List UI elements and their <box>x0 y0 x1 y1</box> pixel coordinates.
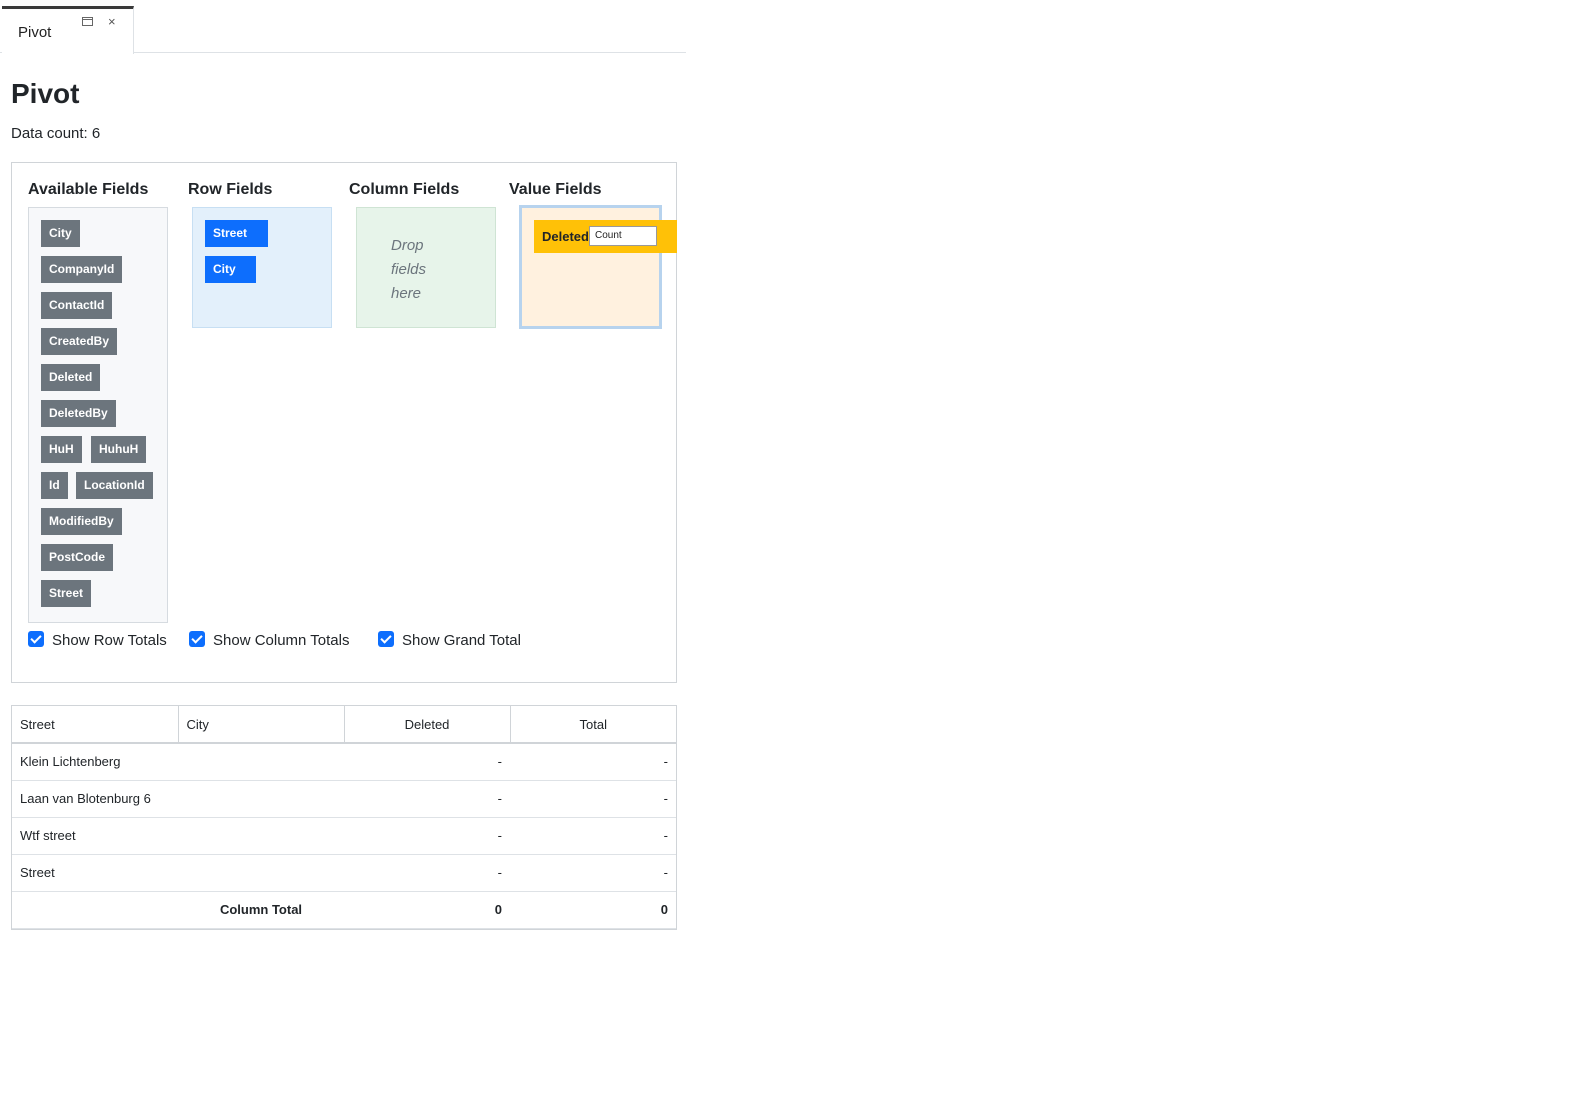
show-column-totals-option[interactable]: Show Column Totals <box>189 631 349 649</box>
close-icon[interactable]: × <box>108 14 116 29</box>
pivot-configurator: Available Fields Row Fields Column Field… <box>11 162 677 683</box>
show-row-totals-option[interactable]: Show Row Totals <box>28 631 167 649</box>
street-cell: Street <box>12 854 178 892</box>
column-header-total[interactable]: Total <box>510 706 676 744</box>
show-row-totals-checkbox[interactable] <box>28 631 44 647</box>
deleted-total-cell: 0 <box>344 891 510 929</box>
deleted-cell: - <box>344 854 510 892</box>
available-field-chip[interactable]: LocationId <box>76 472 153 499</box>
total-cell: - <box>510 854 676 892</box>
available-field-chip[interactable]: HuH <box>41 436 82 463</box>
city-cell <box>178 854 344 892</box>
deleted-cell: - <box>344 817 510 855</box>
row-fields-title: Row Fields <box>188 181 273 198</box>
show-grand-total-option[interactable]: Show Grand Total <box>378 631 521 649</box>
pivot-table: Street City Deleted Total Klein Lichtenb… <box>12 706 676 929</box>
column-header-city[interactable]: City <box>178 706 345 744</box>
total-spacer-cell <box>12 891 178 929</box>
table-header-row: Street City Deleted Total <box>12 706 676 744</box>
deleted-cell: - <box>344 743 510 781</box>
available-fields-zone[interactable]: City CompanyId ContactId CreatedBy Delet… <box>28 207 168 623</box>
show-column-totals-label: Show Column Totals <box>213 632 350 649</box>
available-fields-title: Available Fields <box>28 181 149 198</box>
table-row: Klein Lichtenberg - - <box>12 743 676 781</box>
show-grand-total-label: Show Grand Total <box>402 632 521 649</box>
column-fields-zone[interactable]: Drop fields here <box>356 207 496 328</box>
page-title: Pivot <box>11 78 80 109</box>
row-fields-zone[interactable]: Street City <box>192 207 332 328</box>
deleted-cell: - <box>344 780 510 818</box>
tab-label: Pivot <box>18 24 52 41</box>
row-field-chip[interactable]: Street <box>205 220 268 247</box>
table-row: Street - - <box>12 854 676 892</box>
value-fields-title: Value Fields <box>509 181 602 198</box>
available-field-chip[interactable]: PostCode <box>41 544 114 571</box>
table-row: Wtf street - - <box>12 817 676 855</box>
available-field-chip[interactable]: Id <box>41 472 68 499</box>
available-field-chip[interactable]: DeletedBy <box>41 400 116 427</box>
available-field-chip[interactable]: Deleted <box>41 364 101 391</box>
column-total-row: Column Total 0 0 <box>12 891 676 929</box>
show-grand-total-checkbox[interactable] <box>378 631 394 647</box>
city-cell <box>178 780 344 818</box>
available-field-chip[interactable]: CreatedBy <box>41 328 118 355</box>
available-field-chip[interactable]: Street <box>41 580 92 607</box>
available-field-chip[interactable]: ModifiedBy <box>41 508 122 535</box>
drop-hint: Drop fields here <box>391 237 427 302</box>
tab-pivot[interactable]: Pivot × <box>2 6 134 54</box>
row-field-chip[interactable]: City <box>205 256 256 283</box>
total-cell: - <box>510 743 676 781</box>
value-field-chip[interactable]: Deleted Count <box>534 220 677 253</box>
street-cell: Klein Lichtenberg <box>12 743 178 781</box>
column-header-street[interactable]: Street <box>12 706 179 744</box>
value-field-label: Deleted <box>542 229 589 244</box>
show-row-totals-label: Show Row Totals <box>52 632 167 649</box>
tab-strip: Pivot × <box>0 0 686 54</box>
total-cell: - <box>510 780 676 818</box>
pivot-result: Street City Deleted Total Klein Lichtenb… <box>11 705 677 930</box>
city-cell <box>178 743 344 781</box>
column-fields-title: Column Fields <box>349 181 460 198</box>
available-field-chip[interactable]: CompanyId <box>41 256 123 283</box>
table-row: Laan van Blotenburg 6 - - <box>12 780 676 818</box>
value-fields-zone[interactable]: Deleted Count <box>519 205 677 329</box>
street-cell: Laan van Blotenburg 6 <box>12 780 178 818</box>
column-header-deleted[interactable]: Deleted <box>344 706 511 744</box>
available-field-chip[interactable]: City <box>41 220 80 247</box>
available-field-chip[interactable]: HuhuH <box>91 436 147 463</box>
show-column-totals-checkbox[interactable] <box>189 631 205 647</box>
total-cell: - <box>510 817 676 855</box>
city-cell <box>178 817 344 855</box>
column-total-label: Column Total <box>178 891 344 929</box>
grand-total-cell: 0 <box>510 891 676 929</box>
available-field-chip[interactable]: ContactId <box>41 292 113 319</box>
street-cell: Wtf street <box>12 817 178 855</box>
aggregate-select[interactable]: Count <box>589 226 657 246</box>
popout-icon[interactable] <box>82 17 93 26</box>
data-count: Data count: 6 <box>11 125 101 142</box>
